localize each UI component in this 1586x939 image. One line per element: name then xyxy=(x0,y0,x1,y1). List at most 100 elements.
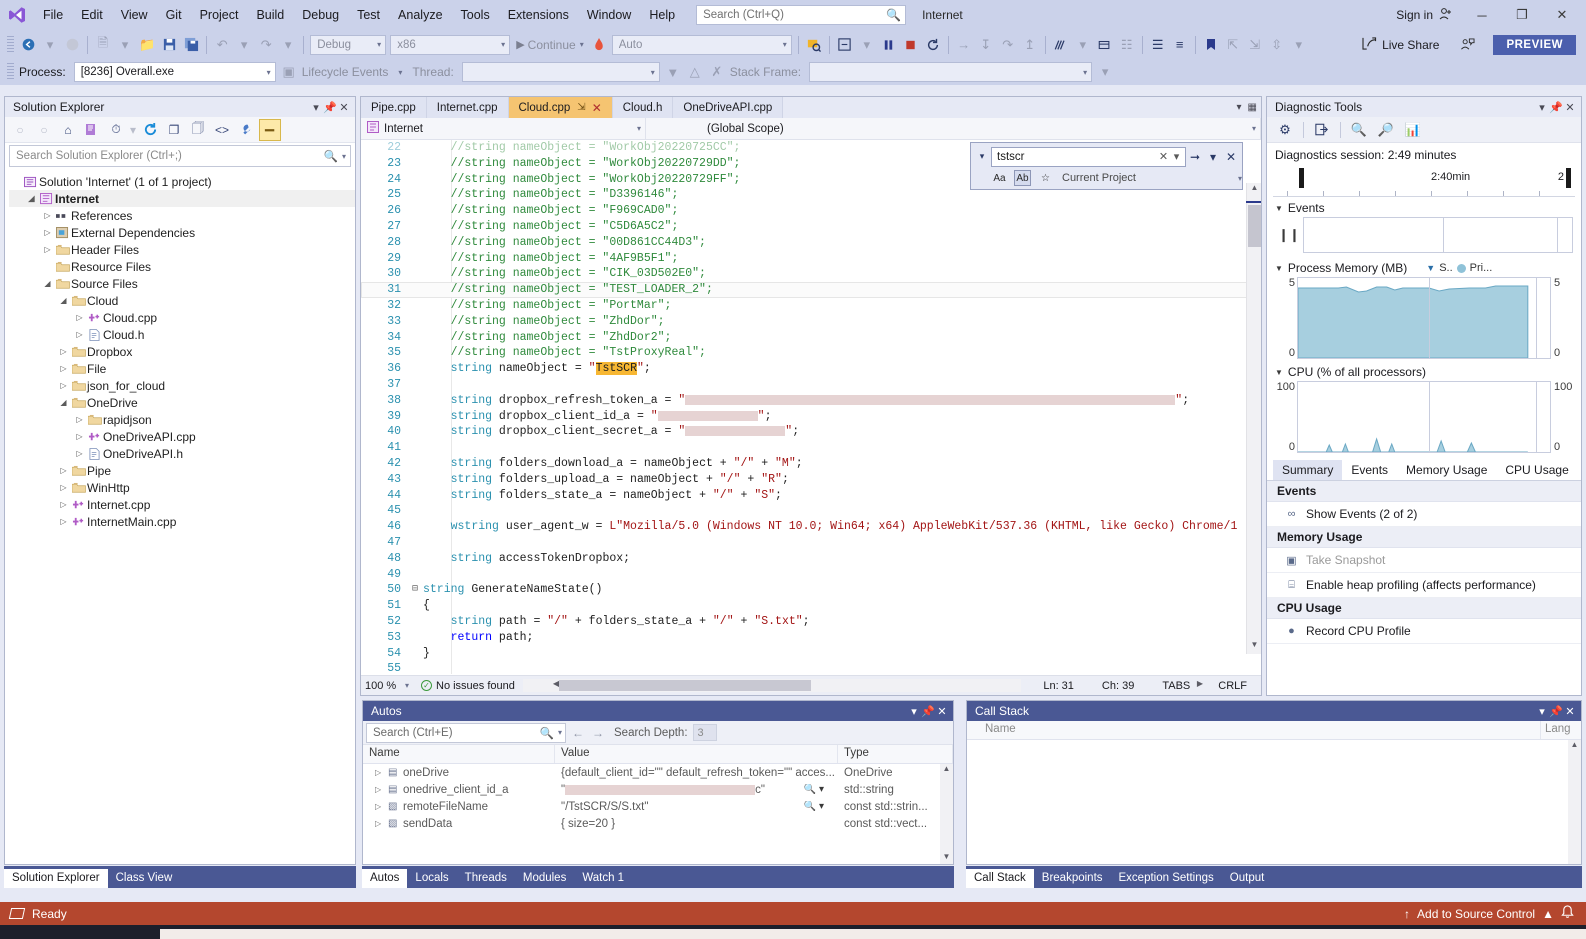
undo-dropdown-icon[interactable]: ▾ xyxy=(233,34,255,56)
diagnostic-tools-icon[interactable] xyxy=(1050,34,1072,56)
tree-expander-icon[interactable]: ▷ xyxy=(57,347,70,356)
search-depth-control[interactable]: Search Depth: 3 xyxy=(608,724,717,741)
diagnostic-tools-tabs[interactable]: SummaryEventsMemory UsageCPU Usage xyxy=(1267,459,1581,481)
code-line[interactable]: 46 wstring user_agent_w = L"Mozilla/5.0 … xyxy=(361,519,1261,535)
restart-icon[interactable] xyxy=(922,34,944,56)
pause-icon[interactable] xyxy=(878,34,900,56)
call-stack-vertical-scrollbar[interactable]: ▲ xyxy=(1568,740,1581,864)
scrollbar-thumb[interactable] xyxy=(1248,205,1261,247)
new-item-dropdown-icon[interactable]: ▾ xyxy=(114,34,136,56)
break-dropdown-icon[interactable]: ▾ xyxy=(856,34,878,56)
properties-icon[interactable] xyxy=(235,119,257,141)
tab-breakpoints[interactable]: Breakpoints xyxy=(1034,869,1111,888)
tree-expander-icon[interactable]: ▷ xyxy=(73,313,86,322)
code-line[interactable]: 26 //string nameObject = "F969CAD0"; xyxy=(361,203,1261,219)
code-line[interactable]: 40 string dropbox_client_secret_a = ""; xyxy=(361,424,1261,440)
tree-item-winhttp[interactable]: ▷WinHttp xyxy=(9,479,355,496)
toolbar-grip[interactable] xyxy=(7,63,14,81)
dt-tab-cpu-usage[interactable]: CPU Usage xyxy=(1496,460,1577,480)
tree-item-header-files[interactable]: ▷Header Files xyxy=(9,241,355,258)
reset-zoom-icon[interactable]: 📊 xyxy=(1401,119,1425,141)
pending-changes-icon[interactable] xyxy=(81,119,103,141)
autos-row[interactable]: ▷▧remoteFileName"/TstSCR/S/S.txt"🔍 ▾cons… xyxy=(363,798,953,815)
clear-search-icon[interactable]: ✕ xyxy=(1157,150,1170,163)
autos-search-input[interactable]: Search (Ctrl+E) 🔍 ▾ xyxy=(366,723,566,743)
step-into-icon[interactable]: ↧ xyxy=(975,34,997,56)
code-line[interactable]: 49 xyxy=(361,567,1261,583)
timeline-ruler[interactable]: 2:40min 2 xyxy=(1273,164,1575,197)
solution-config-dropdown[interactable]: Debug ▾ xyxy=(310,35,386,55)
tree-expander-icon[interactable]: ▷ xyxy=(41,245,54,254)
code-line[interactable]: 30 //string nameObject = "CIK_03D502E0"; xyxy=(361,266,1261,282)
use-regex-icon[interactable]: ☆ xyxy=(1037,170,1054,186)
chevron-down-icon[interactable]: ▾ xyxy=(342,152,346,161)
tree-item-onedriveapi-h[interactable]: ▷OneDriveAPI.h xyxy=(9,445,355,462)
tree-expander-icon[interactable]: ▷ xyxy=(57,500,70,509)
back-icon[interactable]: ○ xyxy=(9,119,31,141)
code-line[interactable]: 42 string folders_download_a = nameObjec… xyxy=(361,456,1261,472)
menu-debug[interactable]: Debug xyxy=(293,0,348,30)
row-expander-icon[interactable]: ▷ xyxy=(375,785,385,794)
tree-expander-icon[interactable]: ◢ xyxy=(25,194,38,203)
code-line[interactable]: 53 return path; xyxy=(361,630,1261,646)
member-scope-dropdown[interactable]: (Global Scope) ▾ xyxy=(646,118,1261,139)
clear-bookmarks-icon[interactable]: ⇳ xyxy=(1266,34,1288,56)
column-header-lang[interactable]: Lang xyxy=(1541,721,1581,739)
menu-git[interactable]: Git xyxy=(157,0,191,30)
show-all-files-icon[interactable]: 🗍 xyxy=(187,119,209,141)
match-whole-word-icon[interactable]: Ab xyxy=(1014,170,1031,186)
pin-icon[interactable]: 📌 xyxy=(323,101,337,114)
dt-tab-events[interactable]: Events xyxy=(1342,460,1397,480)
tree-item-solution-internet-1-of-1-project[interactable]: Solution 'Internet' (1 of 1 project) xyxy=(9,173,355,190)
undo-icon[interactable]: ↶ xyxy=(211,34,233,56)
solution-explorer-bottom-tabs[interactable]: Solution ExplorerClass View xyxy=(4,866,356,888)
close-tab-icon[interactable]: ✕ xyxy=(592,101,602,115)
menu-tools[interactable]: Tools xyxy=(452,0,499,30)
tree-expander-icon[interactable]: ▷ xyxy=(41,228,54,237)
tree-expander-icon[interactable]: ◢ xyxy=(57,398,70,407)
column-header-name[interactable]: Name xyxy=(363,745,555,763)
row-expander-icon[interactable]: ▷ xyxy=(375,768,385,777)
collapse-all-icon[interactable]: ❐ xyxy=(163,119,185,141)
autos-row[interactable]: ▷▤oneDrive{default_client_id="" default_… xyxy=(363,764,953,781)
navigate-backward-dropdown-icon[interactable]: ▾ xyxy=(39,34,61,56)
show-threads-icon[interactable] xyxy=(1094,34,1116,56)
flag-threads-icon[interactable]: △ xyxy=(684,61,706,83)
tree-expander-icon[interactable]: ▷ xyxy=(57,483,70,492)
dt-tab-memory-usage[interactable]: Memory Usage xyxy=(1397,460,1496,480)
process-dropdown[interactable]: [8236] Overall.exe ▾ xyxy=(74,62,276,82)
forward-icon[interactable]: ○ xyxy=(33,119,55,141)
tab-watch-1[interactable]: Watch 1 xyxy=(574,869,632,888)
tree-expander-icon[interactable]: ▷ xyxy=(57,364,70,373)
menu-build[interactable]: Build xyxy=(247,0,293,30)
home-icon[interactable]: ⌂ xyxy=(57,119,79,141)
code-line[interactable]: 43 string folders_upload_a = nameObject … xyxy=(361,472,1261,488)
tree-expander-icon[interactable]: ▷ xyxy=(73,449,86,458)
menu-test[interactable]: Test xyxy=(348,0,389,30)
settings-gear-icon[interactable]: ⚙ xyxy=(1273,119,1297,141)
tree-expander-icon[interactable]: ▷ xyxy=(73,330,86,339)
tree-item-pipe[interactable]: ▷Pipe xyxy=(9,462,355,479)
tree-expander-icon[interactable]: ▷ xyxy=(57,381,70,390)
tree-item-rapidjson[interactable]: ▷rapidjson xyxy=(9,411,355,428)
navigate-forward-icon[interactable] xyxy=(61,34,83,56)
pause-icon[interactable]: ❙❙ xyxy=(1275,217,1303,253)
tree-item-resource-files[interactable]: Resource Files xyxy=(9,258,355,275)
scroll-up-icon[interactable]: ▲ xyxy=(940,764,953,776)
save-icon[interactable] xyxy=(158,34,180,56)
auto-attach-dropdown[interactable]: Auto ▾ xyxy=(612,35,792,55)
code-line[interactable]: 32 //string nameObject = "PortMar"; xyxy=(361,298,1261,314)
chevron-down-icon[interactable]: ▾ xyxy=(1237,102,1242,113)
scroll-down-icon[interactable]: ▼ xyxy=(940,852,953,864)
tab-locals[interactable]: Locals xyxy=(407,869,456,888)
code-line[interactable]: 41 xyxy=(361,440,1261,456)
panel-menu-icon[interactable]: ▾ xyxy=(1535,101,1549,114)
close-icon[interactable]: ✕ xyxy=(935,705,949,718)
panel-menu-icon[interactable]: ▾ xyxy=(907,705,921,718)
code-line[interactable]: 44 string folders_state_a = nameObject +… xyxy=(361,488,1261,504)
tab-threads[interactable]: Threads xyxy=(457,869,515,888)
tree-item-source-files[interactable]: ◢Source Files xyxy=(9,275,355,292)
code-line[interactable]: 33 //string nameObject = "ZhdDor"; xyxy=(361,314,1261,330)
tab-autos[interactable]: Autos xyxy=(362,869,407,888)
chevron-down-icon[interactable]: ▾ xyxy=(558,728,562,737)
